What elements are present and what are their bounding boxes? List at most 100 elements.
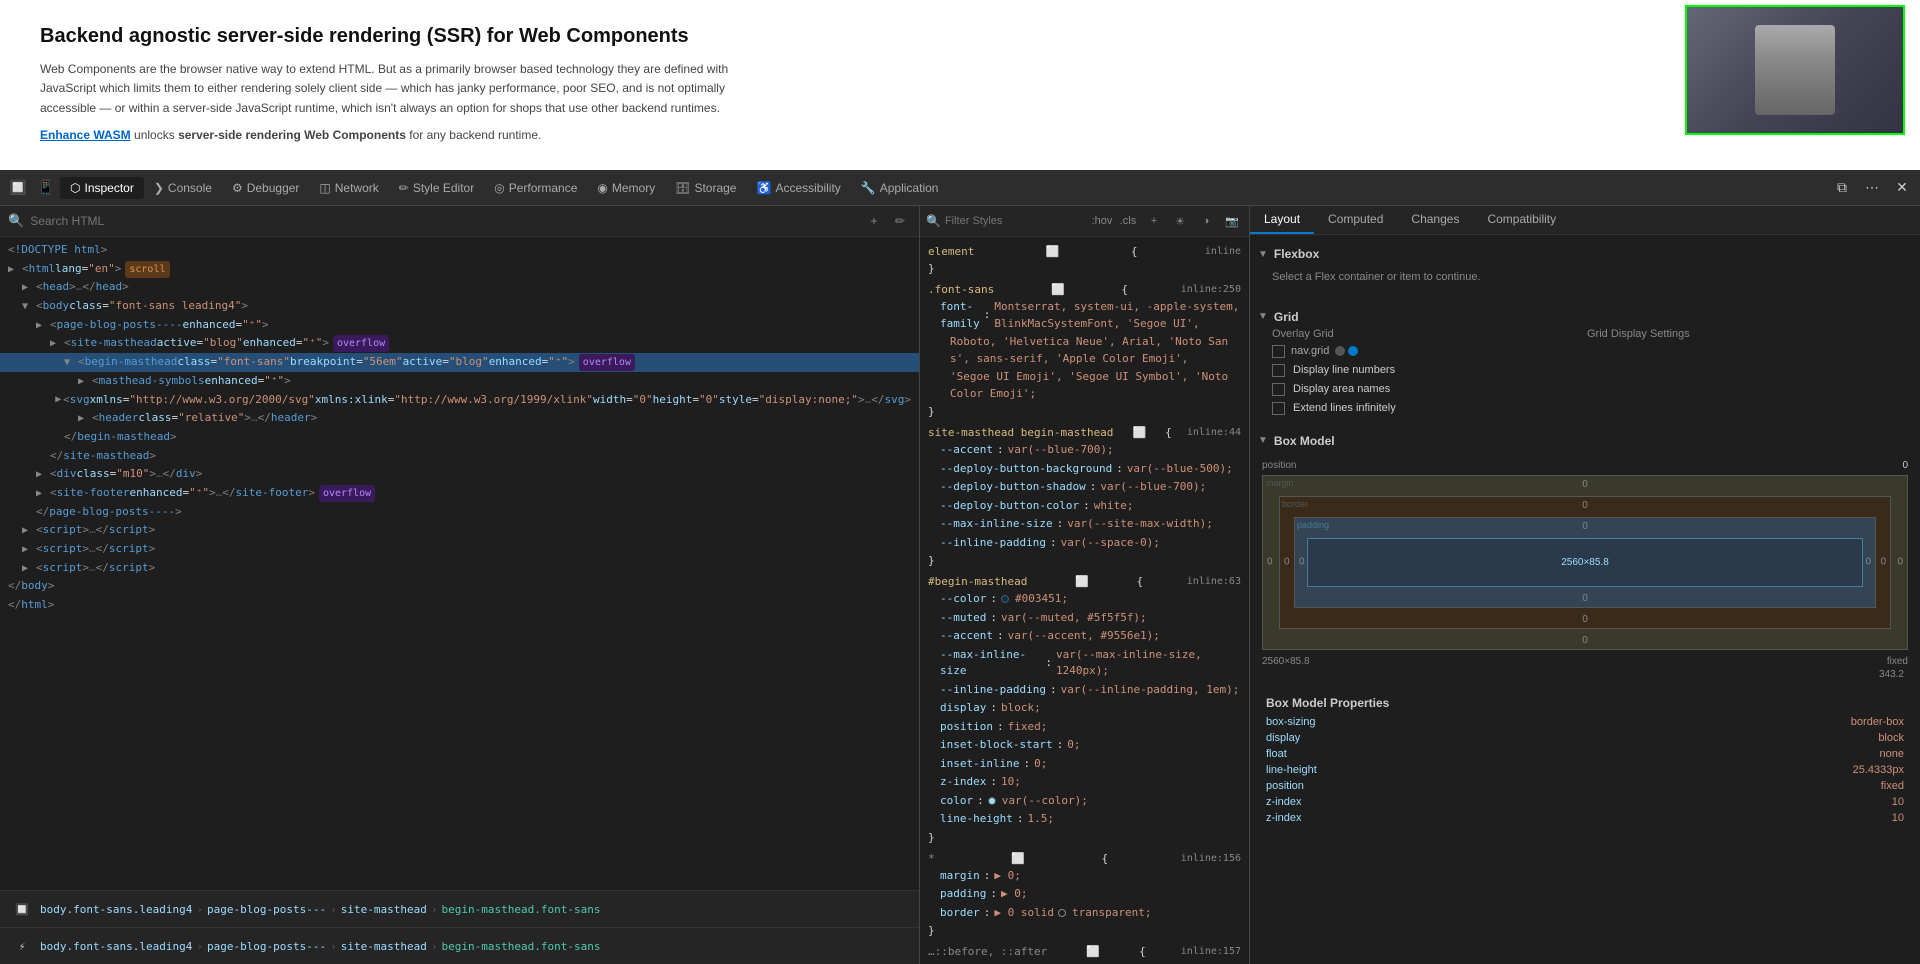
display-line-numbers-checkbox[interactable] [1272,364,1285,377]
html-line-doctype[interactable]: <!DOCTYPE html> [0,241,919,260]
layout-tab-compatibility[interactable]: Compatibility [1473,206,1570,234]
bm-size-display: 2560×85.8 [1262,656,1310,667]
breadcrumb-page[interactable]: page-blog-posts--- [207,903,326,916]
css-prop-inline-padding2: --inline-padding: var(--inline-padding, … [920,681,1249,700]
breadcrumb-site-masthead[interactable]: site-masthead [341,903,427,916]
css-prop-font-family-cont: Roboto, 'Helvetica Neue', Arial, 'Noto S… [920,333,1249,368]
breadcrumb-begin-masthead[interactable]: begin-masthead.font-sans [442,903,601,916]
color-dot-003451[interactable] [1001,595,1009,603]
close-devtools-icon[interactable]: ✕ [1888,174,1916,202]
layout-tabs: Layout Computed Changes Compatibility [1250,206,1920,235]
bm-margin-left-val: 0 [1267,557,1273,568]
grid-section-header[interactable]: ▼ Grid [1258,306,1912,328]
breadcrumb-top: 🔲 body.font-sans.leading4 › page-blog-po… [0,890,919,927]
nav-grid-checkbox[interactable] [1272,345,1285,358]
tab-style-editor[interactable]: ✏ Style Editor [389,177,484,199]
layout-tab-computed[interactable]: Computed [1314,206,1397,234]
devtools-container: 🔲 📱 ⬡ Inspector ❯ Console ⚙ Debugger ◫ N… [0,170,1920,964]
light-dark-btn[interactable]: ☀ [1169,210,1191,232]
pseudo-hov-btn[interactable]: :hov [1091,210,1113,232]
html-line-site-footer[interactable]: ▶ <site-footer enhanced="⁺"> …</site-foo… [0,484,919,503]
new-window-icon[interactable]: ⧉ [1828,174,1856,202]
enhance-wasm-link[interactable]: Enhance WASM [40,128,131,142]
html-line-body[interactable]: ▼ <body class="font-sans leading4"> [0,297,919,316]
html-line-script1[interactable]: ▶ <script> …</script> [0,521,919,540]
html-tree[interactable]: <!DOCTYPE html> ▶ <html lang="en"> scrol… [0,237,919,890]
box-model-diagram-container: position 0 0 0 0 0 margin bor [1258,452,1912,688]
css-prop-accent: --accent: var(--blue-700); [920,441,1249,460]
html-line-masthead-symbols[interactable]: ▶ <masthead-symbols enhanced="⁺"> [0,372,919,391]
tab-inspector[interactable]: ⬡ Inspector [60,177,144,199]
breadcrumb-icon2[interactable]: ⚡ [8,932,36,960]
responsive-design-icon[interactable]: 📱 [32,174,60,202]
tab-network[interactable]: ◫ Network [309,177,388,199]
search-html-input[interactable] [30,214,857,228]
css-content: element ⬜ { inline } .font-sans ⬜ { inli… [920,237,1249,964]
box-model-header[interactable]: ▼ Box Model [1258,430,1912,452]
color-dot-color-var[interactable] [988,797,996,805]
bm-border-text: border [1282,499,1308,509]
video-thumbnail[interactable] [1685,5,1905,135]
html-line-begin-masthead[interactable]: ▼ <begin-masthead class="font-sans" brea… [0,353,919,372]
breadcrumb2-begin-masthead[interactable]: begin-masthead.font-sans [442,940,601,953]
extend-lines-checkbox[interactable] [1272,402,1285,415]
tab-console[interactable]: ❯ Console [144,177,222,199]
breadcrumb2-site-masthead[interactable]: site-masthead [341,940,427,953]
bm-prop-line-height: line-height 25.4333px [1266,762,1904,778]
grid-settings-header: Grid Display Settings [1587,328,1898,342]
html-line-div-m10[interactable]: ▶ <div class="m10"> …</div> [0,465,919,484]
html-line-html[interactable]: ▶ <html lang="en"> scroll [0,260,919,279]
pseudo-cls-btn[interactable]: .cls [1117,210,1139,232]
html-line-svg[interactable]: ▶ <svg xmlns="http://www.w3.org/2000/svg… [0,391,919,410]
bm-size-info-row: 2560×85.8 fixed [1262,654,1908,669]
edit-html-btn[interactable]: ✏ [889,210,911,232]
layout-tab-changes[interactable]: Changes [1397,206,1473,234]
html-line-page-blog[interactable]: ▶ <page-blog-posts---- enhanced="⁺"> [0,316,919,335]
flexbox-section-header[interactable]: ▼ Flexbox [1258,243,1912,265]
more-options-icon[interactable]: ⋯ [1858,174,1886,202]
add-rule-btn[interactable]: + [1143,210,1165,232]
color-scheme-btn[interactable]: ◑ [1195,210,1217,232]
layout-content: ▼ Flexbox Select a Flex container or ite… [1250,235,1920,964]
css-selector-font-sans: .font-sans [928,283,994,296]
html-line-script3[interactable]: ▶ <script> …</script> [0,559,919,578]
bm-margin-box: 0 0 0 0 margin border 0 0 0 0 [1262,475,1908,650]
html-line-site-masthead-active[interactable]: ▶ <site-masthead active="blog" enhanced=… [0,334,919,353]
html-line-close-html[interactable]: </html> [0,596,919,615]
tab-performance[interactable]: ◎ Performance [484,177,587,199]
tab-debugger[interactable]: ⚙ Debugger [222,177,309,199]
tab-storage[interactable]: 🗄 Storage [665,177,746,199]
html-line-header[interactable]: ▶ <header class="relative"> …</header> [0,409,919,428]
html-line-script2[interactable]: ▶ <script> …</script> [0,540,919,559]
bm-prop-z-index2: z-index 10 [1266,810,1904,826]
screenshot-btn[interactable]: 📷 [1221,210,1243,232]
breadcrumb2-body[interactable]: body.font-sans.leading4 [40,940,192,953]
bm-border-bottom-val: 0 [1582,614,1588,625]
breadcrumb-body[interactable]: body.font-sans.leading4 [40,903,192,916]
layout-tab-layout[interactable]: Layout [1250,206,1314,234]
color-dot-transparent[interactable] [1058,909,1066,917]
pick-element-icon[interactable]: 🔲 [4,174,32,202]
breadcrumb2-page[interactable]: page-blog-posts--- [207,940,326,953]
webpage-preview: Backend agnostic server-side rendering (… [0,0,1920,170]
flexbox-desc: Select a Flex container or item to conti… [1258,265,1912,294]
display-area-names-checkbox[interactable] [1272,383,1285,396]
html-line-head[interactable]: ▶ <head> … </head> [0,278,919,297]
console-tab-label: Console [168,181,212,195]
css-prop-color-val: color: var(--color); [920,792,1249,811]
tab-memory[interactable]: ◉ Memory [587,177,665,199]
display-line-numbers-row: Display line numbers [1258,361,1912,380]
bm-border-top-val: 0 [1582,500,1588,511]
html-line-close-page[interactable]: </page-blog-posts----> [0,503,919,522]
filter-styles-input[interactable] [945,215,1087,227]
html-line-close-site-masthead[interactable]: </site-masthead> [0,447,919,466]
css-prop-inset-block: inset-block-start: 0; [920,736,1249,755]
tab-application[interactable]: 🔧 Application [851,177,949,199]
network-tab-label: Network [335,181,379,195]
breadcrumb-icon1[interactable]: 🔲 [8,895,36,923]
console-tab-icon: ❯ [154,181,164,195]
tab-accessibility[interactable]: ♿ Accessibility [746,177,850,199]
add-node-btn[interactable]: + [863,210,885,232]
html-line-close-begin-masthead[interactable]: </begin-masthead> [0,428,919,447]
html-line-close-body[interactable]: </body> [0,577,919,596]
